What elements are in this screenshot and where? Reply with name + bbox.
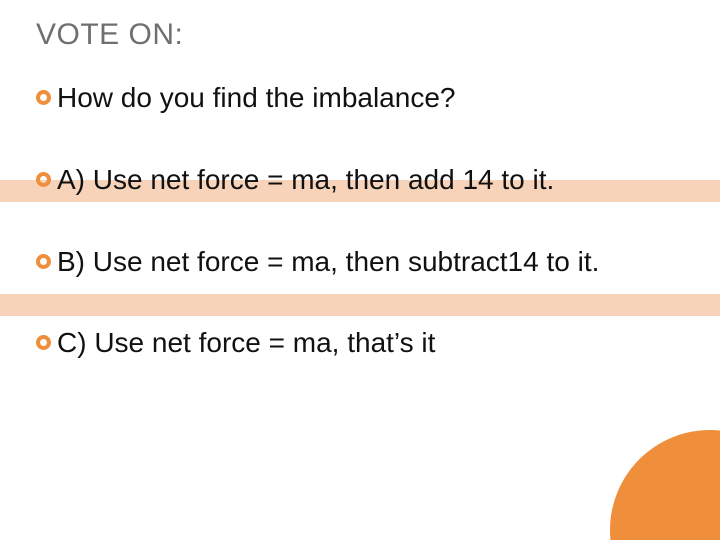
page-title: VOTE ON: (36, 18, 684, 52)
list-item: How do you find the imbalance? (36, 80, 684, 116)
slide-content: VOTE ON: How do you find the imbalance? … (0, 0, 720, 361)
list-item-text: C) Use net force = ma, that’s it (57, 325, 684, 361)
decorative-circle (610, 430, 720, 540)
bullet-icon (36, 90, 51, 105)
bullet-icon (36, 172, 51, 187)
list-item-text: A) Use net force = ma, then add 14 to it… (57, 162, 684, 198)
bullet-icon (36, 335, 51, 350)
bullet-icon (36, 254, 51, 269)
list-item: B) Use net force = ma, then subtract14 t… (36, 244, 684, 280)
list-item: A) Use net force = ma, then add 14 to it… (36, 162, 684, 198)
list-item-text: B) Use net force = ma, then subtract14 t… (57, 244, 684, 280)
list-item-text: How do you find the imbalance? (57, 80, 684, 116)
list-item: C) Use net force = ma, that’s it (36, 325, 684, 361)
